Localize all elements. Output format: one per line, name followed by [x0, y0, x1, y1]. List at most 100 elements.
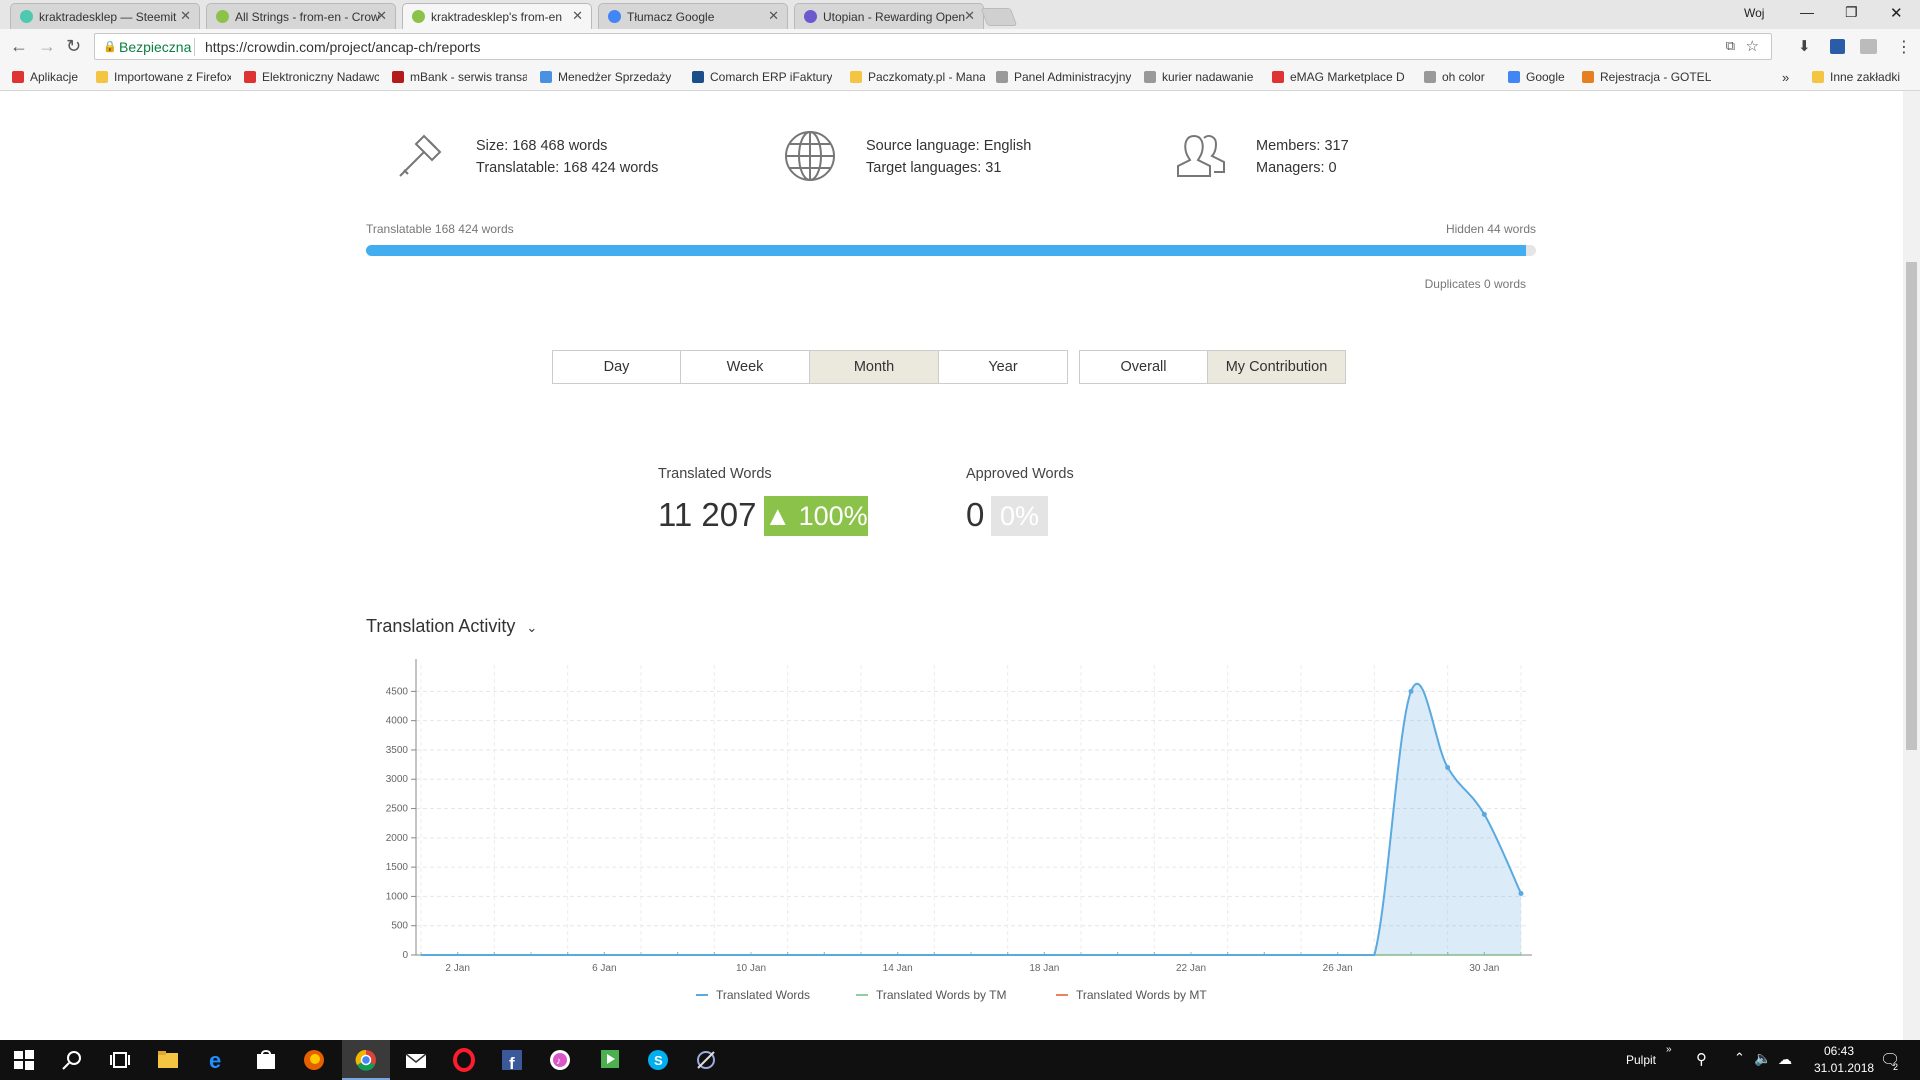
bookmark-1[interactable]: Importowane z Firefox — [96, 70, 231, 84]
legend-item: Translated Words — [716, 988, 810, 1002]
clock-time[interactable]: 06:43 — [1824, 1044, 1854, 1058]
media-player-icon[interactable] — [598, 1048, 622, 1072]
scope-button-my-contribution[interactable]: My Contribution — [1208, 350, 1346, 384]
bookmark-10[interactable]: oh color — [1424, 70, 1485, 84]
x-tick-label: 10 Jan — [736, 963, 766, 974]
maximize-icon[interactable]: ❐ — [1845, 4, 1858, 21]
tab-close-icon[interactable]: ✕ — [376, 8, 387, 24]
translatable-words-label: Translatable 168 424 words — [366, 222, 514, 236]
managers-text: Managers: 0 — [1256, 160, 1337, 176]
bookmark-label: Rejestracja - GOTEL — [1600, 70, 1712, 84]
chevron-down-icon: ⌄ — [526, 620, 538, 635]
period-button-year[interactable]: Year — [939, 350, 1068, 384]
x-tick-label: 2 Jan — [445, 963, 469, 974]
tab-title: kraktradesklep — Steemit — [39, 10, 177, 24]
notifications-count: 2 — [1893, 1062, 1899, 1072]
svg-text:S: S — [654, 1053, 663, 1068]
translation-activity-dropdown[interactable]: Translation Activity ⌄ — [366, 616, 537, 637]
x-tick-label: 26 Jan — [1323, 963, 1353, 974]
x-tick-label: 22 Jan — [1176, 963, 1206, 974]
data-point — [1408, 688, 1414, 694]
reload-icon[interactable]: ↻ — [66, 36, 81, 57]
tab-1[interactable]: All Strings - from-en - Crowdin ✕ — [206, 3, 396, 29]
new-tab-button[interactable] — [980, 8, 1018, 26]
mail-icon[interactable] — [404, 1048, 428, 1072]
tray-up-icon[interactable]: ⌃ — [1734, 1050, 1745, 1066]
url-text[interactable]: https://crowdin.com/project/ancap-ch/rep… — [205, 39, 480, 55]
bookmark-0[interactable]: Aplikacje — [12, 70, 78, 84]
back-icon[interactable]: ← — [10, 36, 28, 57]
bookmark-6[interactable]: Paczkomaty.pl - Manager — [850, 70, 985, 84]
windows-start-icon[interactable] — [12, 1048, 36, 1072]
windows-taskbar: e f ♪ S Pulpit » ⚲ ⌃ 🔈 ☁ 06:43 31.01.201… — [0, 1040, 1920, 1080]
bookmark-5[interactable]: Comarch ERP iFaktury — [692, 70, 832, 84]
folder-icon — [1812, 71, 1824, 83]
bookmark-7[interactable]: Panel Administracyjny — [996, 70, 1131, 84]
translated-words-label: Translated Words — [658, 466, 772, 482]
scope-button-overall[interactable]: Overall — [1079, 350, 1208, 384]
bookmark-8[interactable]: kurier nadawanie — [1144, 70, 1253, 84]
people-icon[interactable]: ⚲ — [1696, 1050, 1707, 1068]
task-view-icon[interactable] — [108, 1048, 132, 1072]
series-line-translated-words — [420, 682, 1522, 956]
tab-0[interactable]: kraktradesklep — Steemit ✕ — [10, 3, 200, 29]
tab-close-icon[interactable]: ✕ — [572, 8, 583, 24]
scrollbar-thumb[interactable] — [1906, 262, 1917, 750]
skype-icon[interactable]: S — [646, 1048, 670, 1072]
clock-date[interactable]: 31.01.2018 — [1814, 1061, 1874, 1075]
source-language-text: Source language: English — [866, 138, 1032, 154]
store-icon[interactable] — [254, 1048, 278, 1072]
tab-4[interactable]: Utopian - Rewarding Open Source✕ — [794, 3, 984, 29]
tab-title: Tłumacz Google — [627, 10, 715, 24]
menu-icon[interactable]: ⋮ — [1896, 37, 1912, 57]
extension-icon[interactable] — [1830, 39, 1845, 54]
y-tick-label: 4000 — [386, 716, 409, 727]
itunes-icon[interactable]: ♪ — [548, 1048, 572, 1072]
cloud-icon[interactable]: ☁ — [1778, 1051, 1792, 1068]
bookmark-4[interactable]: Menedżer Sprzedaży — [540, 70, 671, 84]
volume-icon[interactable]: 🔈 — [1754, 1050, 1771, 1067]
tab-3[interactable]: Tłumacz Google ✕ — [598, 3, 788, 29]
edge-icon[interactable]: e — [206, 1048, 230, 1072]
other-bookmarks[interactable]: Inne zakładki — [1812, 70, 1900, 84]
tab-2[interactable]: kraktradesklep's from-en ✕ — [402, 3, 592, 29]
tab-close-icon[interactable]: ✕ — [768, 8, 779, 24]
translatable-text: Translatable: 168 424 words — [476, 160, 659, 176]
user-profile-label[interactable]: Woj — [1744, 6, 1764, 20]
address-bar[interactable]: 🔒 Bezpieczna https://crowdin.com/project… — [94, 33, 1772, 60]
bookmark-9[interactable]: eMAG Marketplace D — [1272, 70, 1405, 84]
tab-close-icon[interactable]: ✕ — [180, 8, 191, 24]
facebook-icon[interactable]: f — [500, 1048, 524, 1072]
forward-icon[interactable]: → — [38, 36, 56, 57]
period-button-week[interactable]: Week — [681, 350, 810, 384]
bookmark-icon — [996, 71, 1008, 83]
translate-icon[interactable]: ⧉ — [1726, 38, 1735, 54]
bookmark-3[interactable]: mBank - serwis transakcyjny — [392, 70, 527, 84]
download-icon[interactable]: ⬇ — [1798, 37, 1811, 55]
opera-icon[interactable] — [452, 1048, 476, 1072]
period-button-day[interactable]: Day — [552, 350, 681, 384]
toolbar-overflow-icon[interactable]: » — [1666, 1044, 1672, 1055]
bookmarks-overflow-icon[interactable]: » — [1782, 70, 1789, 85]
data-point — [1518, 890, 1524, 896]
bookmark-2[interactable]: Elektroniczny Nadawca — [244, 70, 379, 84]
bookmark-star-icon[interactable]: ☆ — [1746, 37, 1759, 55]
bookmark-label: Importowane z Firefox — [114, 70, 231, 84]
search-icon[interactable] — [60, 1048, 84, 1072]
file-explorer-icon[interactable] — [156, 1048, 180, 1072]
tab-close-icon[interactable]: ✕ — [964, 8, 975, 24]
y-tick-label: 500 — [391, 921, 408, 932]
approved-words-value: 0 — [966, 496, 985, 533]
app-icon[interactable] — [694, 1048, 718, 1072]
minimize-icon[interactable]: — — [1800, 4, 1814, 20]
x-tick-label: 14 Jan — [883, 963, 913, 974]
extension-2-icon[interactable] — [1860, 39, 1877, 54]
bookmark-11[interactable]: Google — [1508, 70, 1565, 84]
chrome-taskbar-item[interactable] — [342, 1040, 390, 1080]
close-window-icon[interactable]: ✕ — [1890, 4, 1903, 22]
period-button-month[interactable]: Month — [810, 350, 939, 384]
bookmark-12[interactable]: Rejestracja - GOTEL — [1582, 70, 1711, 84]
y-tick-label: 3000 — [386, 774, 409, 785]
desktop-label[interactable]: Pulpit — [1626, 1053, 1656, 1067]
firefox-icon[interactable] — [302, 1048, 326, 1072]
